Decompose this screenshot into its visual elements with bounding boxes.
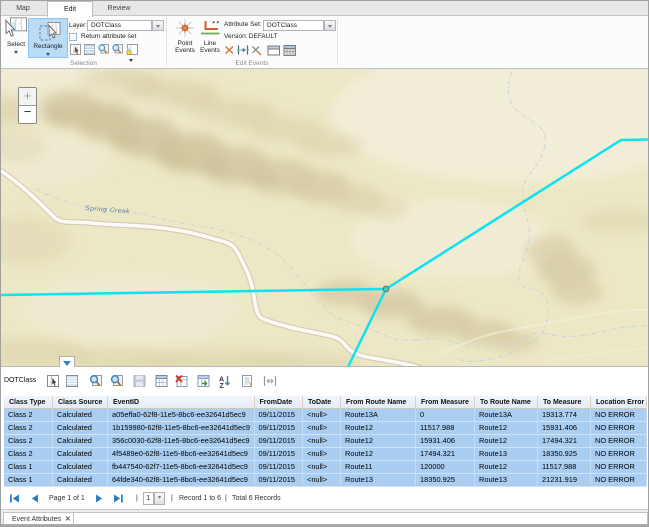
svg-text:Z: Z [220,383,225,389]
